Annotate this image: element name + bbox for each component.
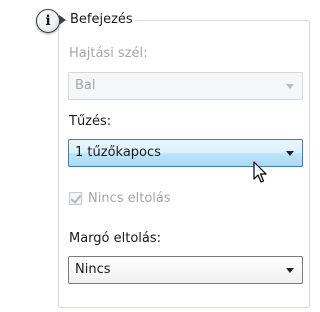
info-pointer-icon xyxy=(59,15,66,25)
no-offset-checkbox[interactable] xyxy=(69,192,82,205)
binding-edge-select[interactable]: Bal xyxy=(68,72,303,100)
chevron-down-icon xyxy=(286,268,294,273)
stapling-label: Tűzés: xyxy=(69,114,112,129)
finishing-group-title: Befejezés xyxy=(68,11,135,28)
mouse-pointer-icon xyxy=(253,161,267,183)
margin-offset-select[interactable]: Nincs xyxy=(68,256,303,284)
margin-offset-label: Margó eltolás: xyxy=(69,231,162,246)
binding-edge-value: Bal xyxy=(75,78,96,93)
info-icon[interactable]: i xyxy=(36,9,60,33)
chevron-down-icon xyxy=(286,151,294,156)
margin-offset-value: Nincs xyxy=(75,262,111,277)
stapling-value: 1 tűzőkapocs xyxy=(75,145,161,160)
no-offset-label: Nincs eltolás xyxy=(88,191,171,206)
chevron-down-icon xyxy=(286,84,294,89)
binding-edge-label: Hajtási szél: xyxy=(69,46,148,61)
checkmark-icon xyxy=(70,192,82,204)
